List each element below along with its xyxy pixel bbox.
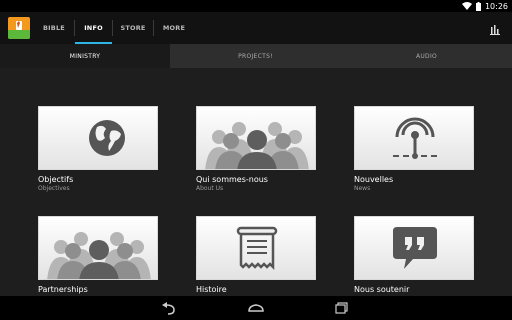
action-bar: BIBLE INFO STORE MORE bbox=[0, 12, 512, 44]
globe-icon bbox=[89, 120, 125, 156]
tile-title: Partnerships bbox=[38, 285, 88, 294]
tab-store[interactable]: STORE bbox=[113, 12, 153, 44]
subtab-ministry[interactable]: MINISTRY bbox=[0, 44, 170, 68]
back-icon[interactable] bbox=[160, 300, 180, 316]
status-bar: 10:26 bbox=[0, 0, 512, 12]
tile-image bbox=[196, 106, 316, 170]
subtab-audio-label: AUDIO bbox=[415, 52, 438, 60]
tile-title: Objectifs bbox=[38, 175, 74, 184]
tile-nous-soutenir[interactable]: Nous soutenir bbox=[354, 216, 476, 294]
tile-subtitle: News bbox=[354, 185, 371, 192]
quote-bubble-icon bbox=[393, 227, 437, 269]
subtab-audio[interactable]: AUDIO bbox=[341, 44, 512, 68]
battery-icon bbox=[475, 1, 481, 11]
tab-info[interactable]: INFO bbox=[75, 12, 112, 44]
bible-app-logo-icon[interactable] bbox=[8, 17, 30, 39]
tile-title: Nous soutenir bbox=[354, 285, 410, 294]
sub-tab-bar: MINISTRY PROJECTS! AUDIO bbox=[0, 44, 512, 68]
tile-subtitle: Objectives bbox=[38, 185, 70, 192]
tile-title: Histoire bbox=[196, 285, 227, 294]
tab-bible[interactable]: BIBLE bbox=[34, 12, 74, 44]
tab-more-label: MORE bbox=[162, 24, 186, 32]
tile-image bbox=[38, 106, 158, 170]
tile-qui-sommes-nous[interactable]: Qui sommes-nous About Us bbox=[196, 106, 318, 192]
tile-partnerships[interactable]: Partnerships bbox=[38, 216, 160, 294]
wifi-icon bbox=[461, 2, 472, 10]
broadcast-icon bbox=[393, 117, 437, 159]
people-group-icon bbox=[205, 122, 309, 169]
bar-chart-icon[interactable] bbox=[488, 21, 502, 35]
home-icon[interactable] bbox=[246, 300, 266, 316]
subtab-projects-label: PROJECTS! bbox=[238, 52, 273, 60]
tile-image bbox=[38, 216, 158, 280]
clock: 10:26 bbox=[484, 1, 508, 11]
tile-objectifs[interactable]: Objectifs Objectives bbox=[38, 106, 160, 192]
ministry-grid: Objectifs Objectives Qui sommes-nous Abo… bbox=[0, 68, 512, 296]
tile-image bbox=[354, 216, 474, 280]
tile-title: Qui sommes-nous bbox=[196, 175, 268, 184]
subtab-ministry-label: MINISTRY bbox=[69, 52, 101, 60]
tile-image bbox=[196, 216, 316, 280]
tile-title: Nouvelles bbox=[354, 175, 394, 184]
tab-more[interactable]: MORE bbox=[154, 12, 194, 44]
people-group-icon bbox=[47, 232, 151, 279]
system-nav-bar bbox=[0, 296, 512, 320]
tile-nouvelles[interactable]: Nouvelles News bbox=[354, 106, 476, 192]
scroll-icon bbox=[236, 226, 278, 271]
tab-store-label: STORE bbox=[120, 24, 146, 32]
tile-image bbox=[354, 106, 474, 170]
tile-histoire[interactable]: Histoire bbox=[196, 216, 318, 294]
tab-info-label: INFO bbox=[84, 24, 103, 32]
status-icons: 10:26 bbox=[461, 0, 508, 12]
tile-subtitle: About Us bbox=[196, 185, 224, 192]
tab-bible-label: BIBLE bbox=[43, 24, 65, 32]
subtab-projects[interactable]: PROJECTS! bbox=[170, 44, 341, 68]
recent-apps-icon[interactable] bbox=[332, 300, 352, 316]
